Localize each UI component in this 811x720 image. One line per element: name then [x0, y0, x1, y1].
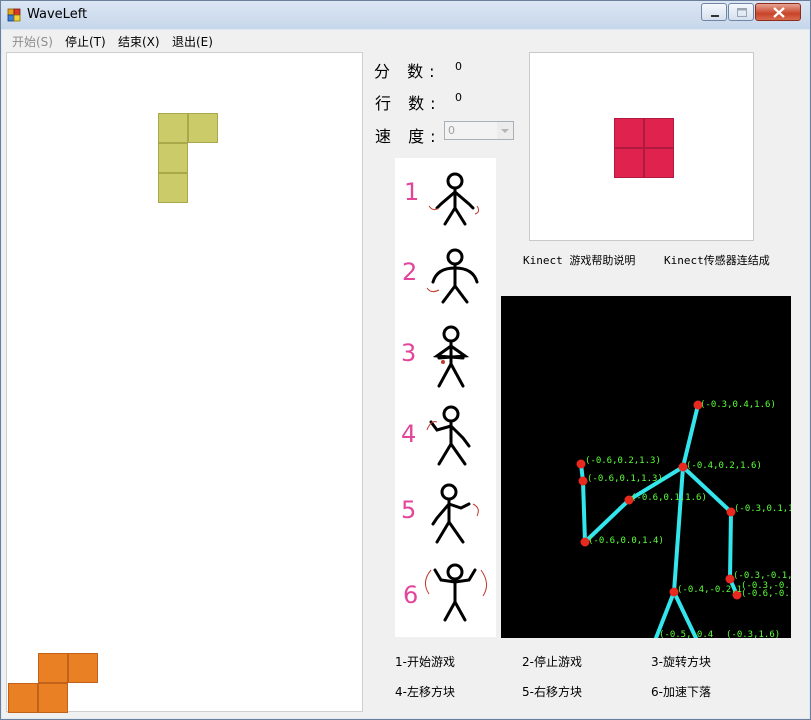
joint-label: (-0.3,-0.1,1: [733, 571, 791, 581]
joint-label: (-0.3,1.6): [726, 630, 780, 638]
landed-block-cell: [38, 653, 68, 683]
menu-bar: 开始(S) 停止(T) 结束(X) 退出(E): [2, 30, 809, 51]
next-piece-preview: [529, 52, 754, 241]
window-title: WaveLeft: [27, 7, 88, 22]
landed-block-cell: [8, 683, 38, 713]
next-piece-cell: [644, 118, 674, 148]
menu-start[interactable]: 开始(S): [12, 33, 53, 50]
stick-figure-arms-down-icon: [428, 172, 480, 226]
falling-block-cell: [188, 113, 218, 143]
speed-select-value: 0: [448, 124, 455, 137]
help-item: 4-左移方块: [395, 685, 455, 699]
gesture-number: 2: [402, 258, 418, 286]
minimize-button[interactable]: [701, 3, 727, 21]
joint-label: (-0.6,0.1,1.6): [631, 493, 707, 503]
maximize-icon: [737, 8, 747, 17]
falling-block-cell: [158, 173, 188, 203]
joint-label: (-0.6,-0.1: [741, 589, 791, 599]
landed-block-cell: [38, 683, 68, 713]
next-piece-cell: [614, 118, 644, 148]
kinect-help-link[interactable]: Kinect 游戏帮助说明: [523, 252, 635, 268]
next-piece-cell: [614, 148, 644, 178]
joint-label: (-0.4,-0.2,1: [677, 585, 742, 595]
menu-stop[interactable]: 停止(T): [65, 33, 106, 50]
score-value: 0: [455, 60, 462, 73]
joint-label: (-0.6,0.0,1.4): [588, 536, 664, 546]
landed-block-cell: [68, 653, 98, 683]
maximize-button[interactable]: [728, 3, 754, 21]
minimize-icon: [711, 15, 719, 17]
app-icon: [7, 8, 21, 22]
gesture-number: 1: [404, 178, 420, 206]
game-board: [6, 52, 363, 713]
joint-label: (-0.6,0.1,1.3): [587, 474, 663, 484]
speed-select[interactable]: 0: [444, 121, 514, 140]
stick-figure-arms-up-icon: [425, 563, 487, 622]
joint-label: (-0.3,0.4,1.6): [700, 400, 776, 410]
joint-label: (-0.3,0.1,1.: [734, 504, 791, 514]
gesture-guide: 1 2 3 4 5 6: [395, 158, 496, 637]
client-area: 分 数: 0 行 数: 0 速 度: 0 Kinect 游戏帮助说明 Kinec…: [2, 51, 809, 718]
help-item: 5-右移方块: [522, 685, 582, 699]
stick-figure-arms-out-icon: [426, 248, 479, 304]
joint-label: (-0.4,0.2,1.6): [686, 461, 762, 471]
kinect-skeleton-view: (-0.3,0.4,1.6) (-0.6,0.2,1.3) (-0.6,0.1,…: [501, 296, 799, 640]
skeleton-svg: (-0.3,0.4,1.6) (-0.6,0.2,1.3) (-0.6,0.1,…: [576, 400, 799, 640]
stick-figure-left-wave-icon: [426, 405, 471, 466]
menu-end[interactable]: 结束(X): [118, 33, 160, 50]
help-item: 2-停止游戏: [522, 655, 582, 669]
close-icon: [773, 7, 785, 18]
falling-block-cell: [158, 113, 188, 143]
joint-label: (-0.5,-0.4: [659, 630, 713, 638]
help-item: 3-旋转方块: [651, 655, 711, 669]
gesture-number: 6: [403, 581, 419, 609]
menu-exit[interactable]: 退出(E): [172, 33, 213, 50]
main-window: WaveLeft 开始(S) 停止(T) 结束(X) 退出(E) 分 数: 0: [0, 0, 811, 720]
lines-label: 行 数:: [375, 94, 442, 113]
next-piece-cell: [644, 148, 674, 178]
title-bar[interactable]: WaveLeft: [1, 1, 810, 29]
stick-figure-arms-crossed-icon: [432, 325, 470, 388]
chevron-down-icon: [497, 122, 513, 139]
gesture-number: 5: [401, 496, 417, 524]
stick-figure-right-wave-icon: [431, 483, 479, 544]
score-label: 分 数:: [374, 62, 441, 81]
gesture-number: 4: [401, 420, 417, 448]
joint-label: (-0.6,0.2,1.3): [585, 456, 661, 466]
help-item: 6-加速下落: [651, 685, 711, 699]
speed-label: 速 度:: [375, 127, 442, 146]
help-item: 1-开始游戏: [395, 655, 455, 669]
close-button[interactable]: [755, 3, 801, 21]
gesture-number: 3: [401, 339, 417, 367]
falling-block-cell: [158, 143, 188, 173]
lines-value: 0: [455, 91, 462, 104]
kinect-sensor-status: Kinect传感器连结成: [664, 254, 770, 267]
